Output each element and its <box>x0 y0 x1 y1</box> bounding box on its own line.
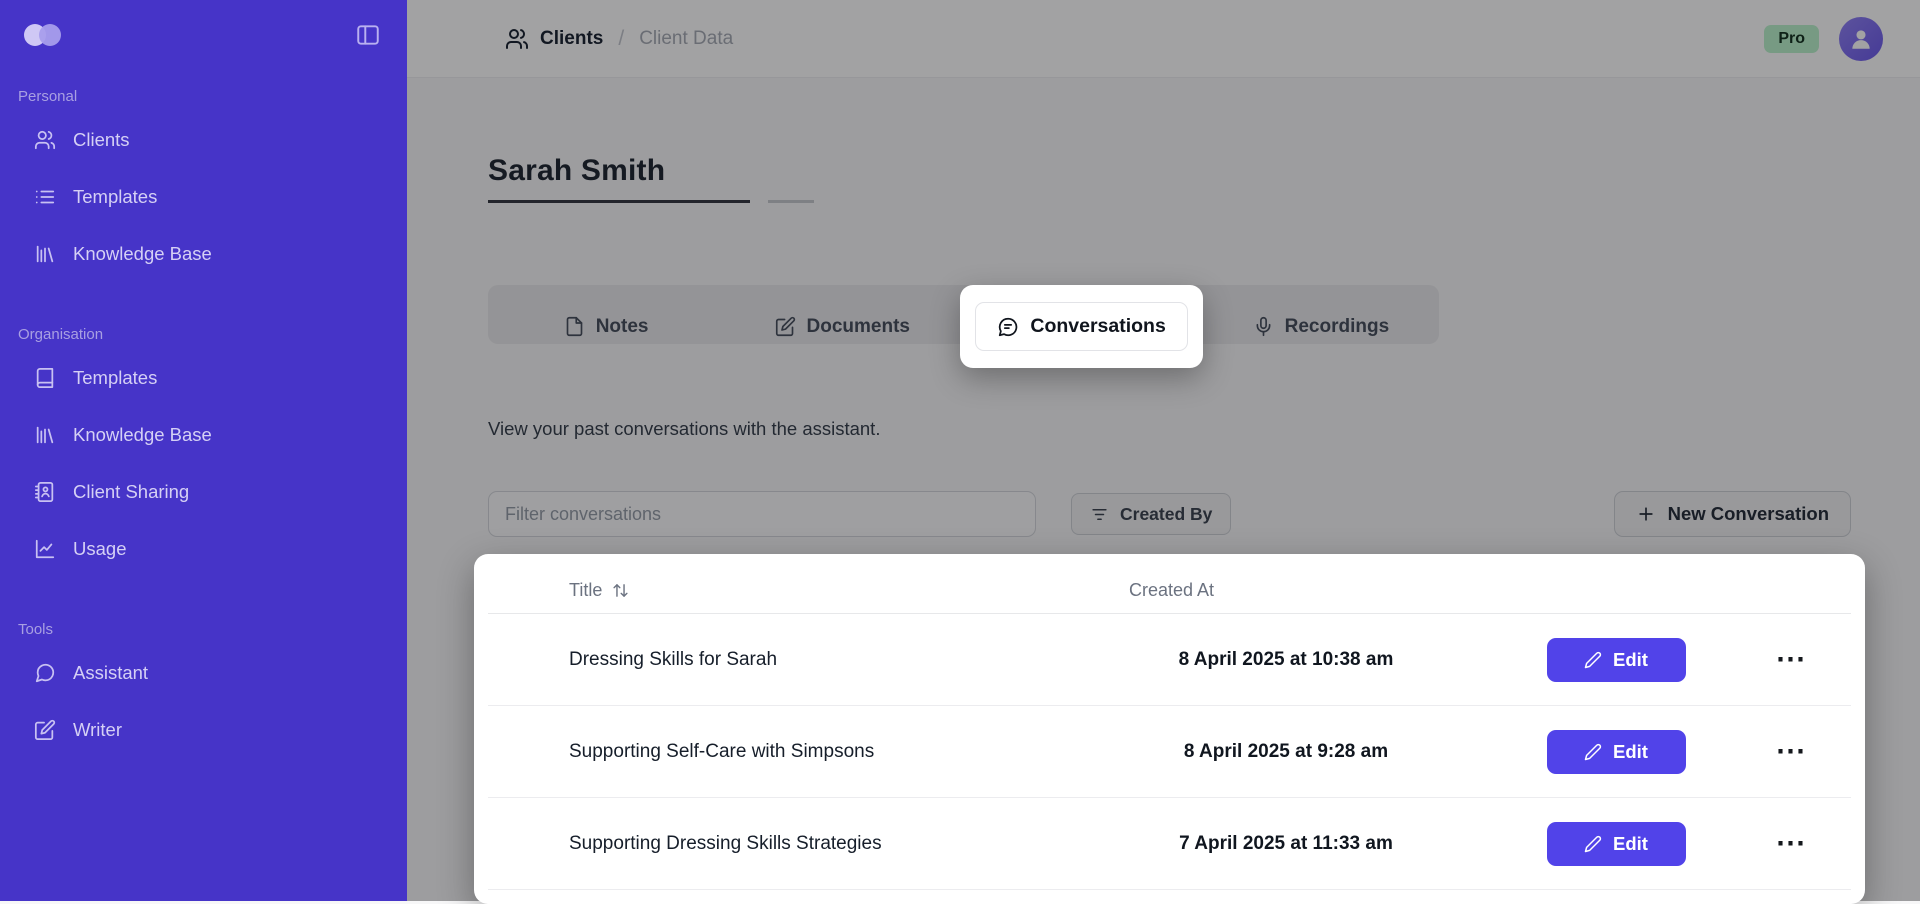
conversation-created-at: 8 April 2025 at 10:38 am <box>1071 649 1501 671</box>
table-row[interactable]: Dressing Skills for Sarah 8 April 2025 a… <box>488 614 1851 706</box>
column-header-created-at: Created At <box>1129 580 1214 601</box>
conversation-title: Supporting Dressing Skills Strategies <box>488 833 1071 855</box>
conversations-table-spotlight: Title Created At Dressing Skills for Sar… <box>474 554 1865 904</box>
sidebar-item-label: Usage <box>73 538 126 560</box>
collapse-sidebar-icon[interactable] <box>355 22 381 48</box>
sidebar: Personal Clients Templates Knowledge Bas… <box>0 0 407 901</box>
row-menu-button[interactable]: ⋯ <box>1776 834 1807 854</box>
edit-button[interactable]: Edit <box>1547 638 1686 682</box>
app-logo-icon <box>20 20 66 50</box>
library-icon <box>34 424 56 446</box>
table-header-row: Title Created At <box>488 568 1851 614</box>
notebook-person-icon <box>34 481 56 503</box>
sidebar-item-label: Templates <box>73 186 157 208</box>
book-icon <box>34 367 56 389</box>
chat-bubble-icon <box>34 662 56 684</box>
sidebar-item-label: Clients <box>73 129 130 151</box>
sidebar-item-label: Knowledge Base <box>73 243 212 265</box>
table-row[interactable]: Supporting Self-Care with Simpsons 8 Apr… <box>488 706 1851 798</box>
conversation-title: Supporting Self-Care with Simpsons <box>488 741 1071 763</box>
edit-button[interactable]: Edit <box>1547 822 1686 866</box>
sidebar-item-knowledge-base[interactable]: Knowledge Base <box>0 225 407 282</box>
column-header-title[interactable]: Title <box>488 580 1071 601</box>
section-label-organisation: Organisation <box>18 326 407 343</box>
users-icon <box>34 129 56 151</box>
section-label-tools: Tools <box>18 621 407 638</box>
row-menu-button[interactable]: ⋯ <box>1776 650 1807 670</box>
sidebar-item-templates[interactable]: Templates <box>0 168 407 225</box>
library-icon <box>34 243 56 265</box>
edit-button[interactable]: Edit <box>1547 730 1686 774</box>
chart-line-icon <box>34 538 56 560</box>
conversation-created-at: 7 April 2025 at 11:33 am <box>1071 833 1501 855</box>
sidebar-item-clients[interactable]: Clients <box>0 111 407 168</box>
speech-bubble-icon <box>997 316 1019 338</box>
conversation-created-at: 8 April 2025 at 9:28 am <box>1071 741 1501 763</box>
tab-conversations[interactable]: Conversations <box>975 302 1187 351</box>
tour-spotlight-conversations: Conversations <box>960 285 1202 368</box>
sidebar-item-org-templates[interactable]: Templates <box>0 349 407 406</box>
pencil-icon <box>1584 651 1602 669</box>
list-icon <box>34 186 56 208</box>
section-label-personal: Personal <box>18 88 407 105</box>
sidebar-item-assistant[interactable]: Assistant <box>0 644 407 701</box>
row-menu-button[interactable]: ⋯ <box>1776 742 1807 762</box>
tab-label: Conversations <box>1030 315 1165 338</box>
sidebar-item-writer[interactable]: Writer <box>0 701 407 758</box>
sidebar-item-label: Writer <box>73 719 122 741</box>
pencil-square-icon <box>34 719 56 741</box>
pencil-icon <box>1584 743 1602 761</box>
sort-icon[interactable] <box>612 582 629 599</box>
sidebar-item-label: Knowledge Base <box>73 424 212 446</box>
sidebar-item-usage[interactable]: Usage <box>0 520 407 577</box>
pencil-icon <box>1584 835 1602 853</box>
sidebar-item-client-sharing[interactable]: Client Sharing <box>0 463 407 520</box>
table-row[interactable]: Supporting Dressing Skills Strategies 7 … <box>488 798 1851 890</box>
main-area: Clients / Client Data Pro Sarah Smith No… <box>407 0 1920 901</box>
sidebar-item-label: Client Sharing <box>73 481 189 503</box>
sidebar-item-org-knowledge-base[interactable]: Knowledge Base <box>0 406 407 463</box>
sidebar-item-label: Templates <box>73 367 157 389</box>
conversation-title: Dressing Skills for Sarah <box>488 649 1071 671</box>
sidebar-item-label: Assistant <box>73 662 148 684</box>
